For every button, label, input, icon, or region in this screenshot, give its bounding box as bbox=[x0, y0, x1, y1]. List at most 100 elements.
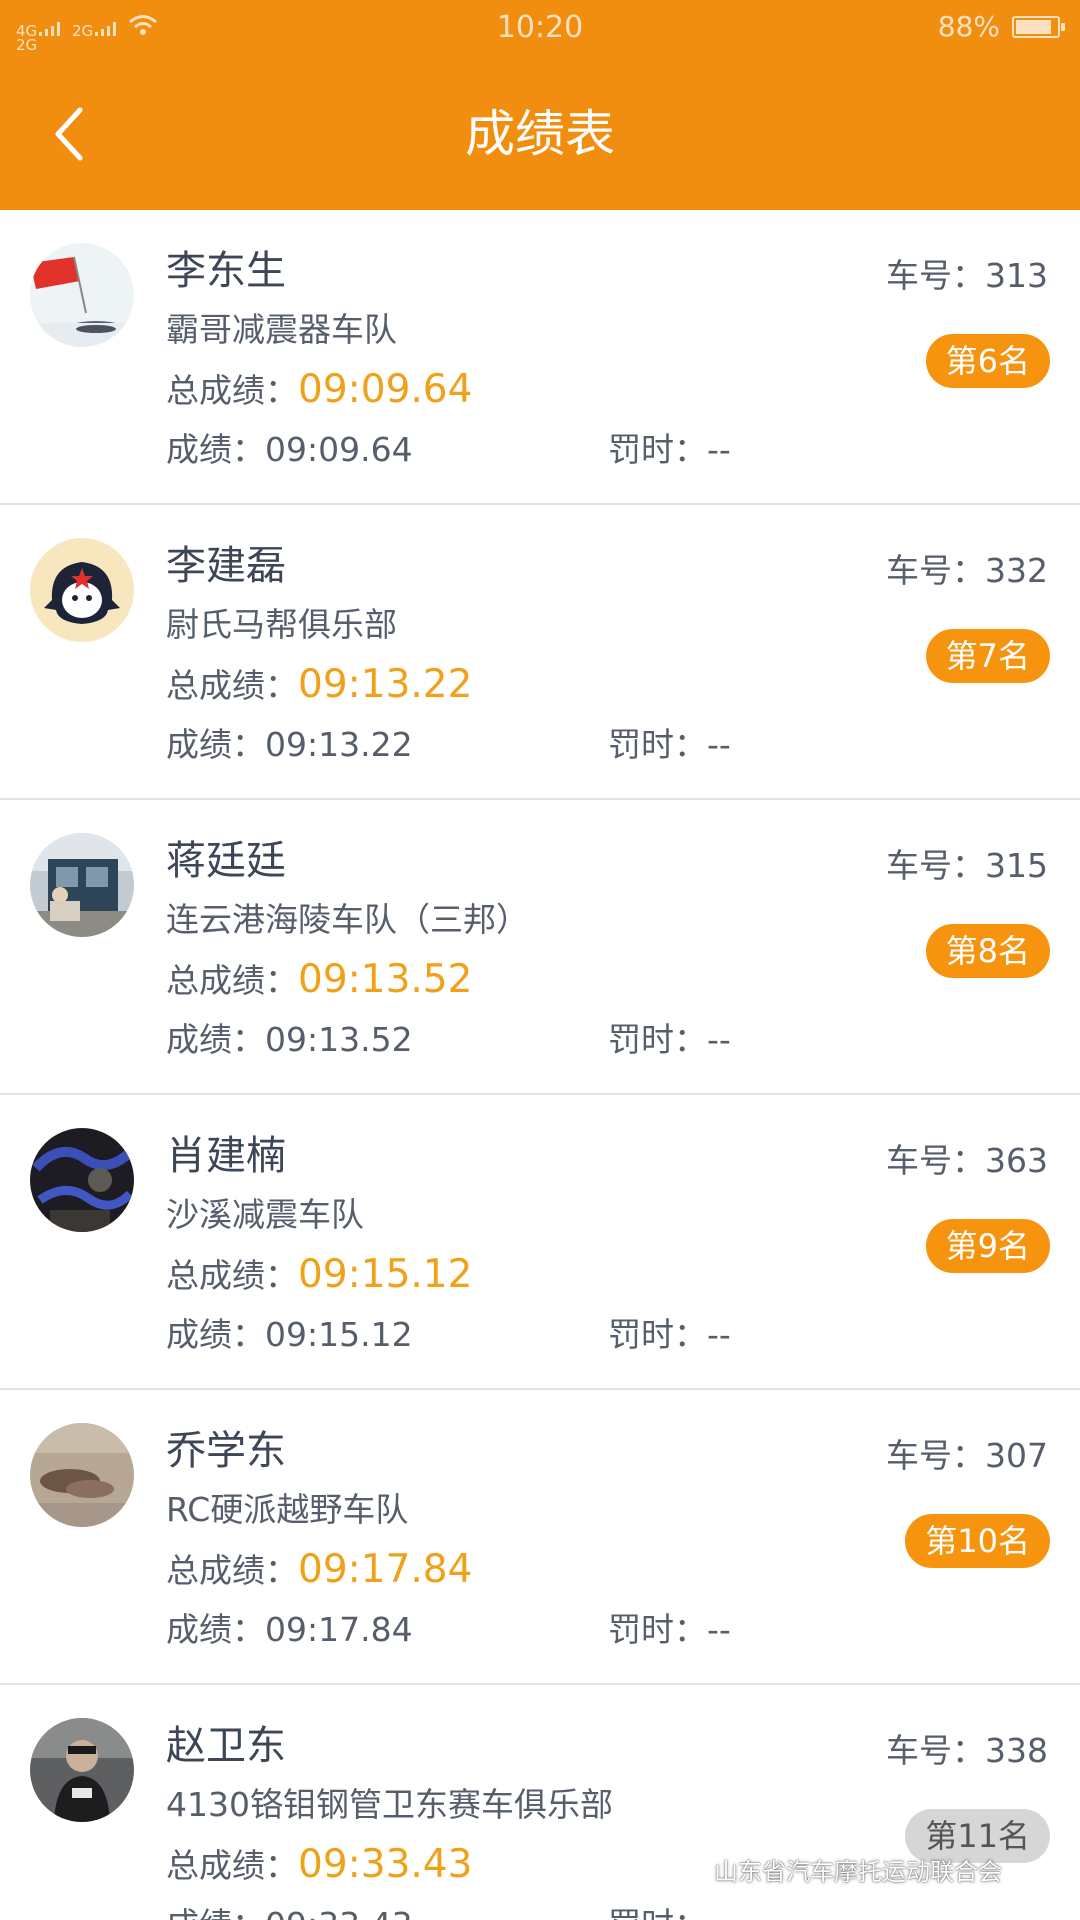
penalty-label: 罚时： bbox=[608, 725, 707, 764]
battery-icon bbox=[1012, 15, 1065, 38]
watermark-text: 山东省汽车摩托运动联合会 bbox=[714, 1857, 1002, 1886]
penalty-value: -- bbox=[707, 725, 731, 764]
score-row: 成绩：09:17.84 bbox=[166, 1608, 413, 1652]
score-label: 成绩： bbox=[166, 1020, 265, 1059]
score-row: 成绩：09:13.52 bbox=[166, 1018, 413, 1062]
results-list[interactable]: 李东生 霸哥减震器车队 总成绩：09:09.64 成绩：09:09.64 罚时：-- 车号… bbox=[0, 210, 1080, 1920]
score-row: 成绩：09:09.64 bbox=[166, 428, 413, 472]
car-number: 车号：338 bbox=[886, 1729, 1048, 1773]
penalty-row: 罚时：-- bbox=[608, 1903, 731, 1920]
result-card[interactable]: 李东生 霸哥减震器车队 总成绩：09:09.64 成绩：09:09.64 罚时：-- 车号… bbox=[0, 210, 1080, 505]
total-score-label: 总成绩： bbox=[166, 371, 298, 410]
car-number-label: 车号： bbox=[886, 1731, 985, 1770]
total-score-row: 总成绩：09:13.22 bbox=[166, 661, 472, 710]
score-value: 09:17.84 bbox=[265, 1610, 413, 1649]
total-score-value: 09:09.64 bbox=[298, 367, 473, 412]
rider-name: 李东生 bbox=[166, 248, 286, 294]
penalty-label: 罚时： bbox=[608, 1020, 707, 1059]
rank-badge: 第10名 bbox=[905, 1514, 1050, 1568]
rider-name: 蒋廷廷 bbox=[166, 838, 286, 884]
car-number-label: 车号： bbox=[886, 1436, 985, 1475]
score-label: 成绩： bbox=[166, 430, 265, 469]
total-score-row: 总成绩：09:15.12 bbox=[166, 1251, 472, 1300]
score-label: 成绩： bbox=[166, 1610, 265, 1649]
score-value: 09:15.12 bbox=[265, 1315, 413, 1354]
score-label: 成绩： bbox=[166, 1905, 265, 1920]
car-number: 车号：313 bbox=[886, 254, 1048, 298]
avatar bbox=[30, 1423, 134, 1527]
avatar bbox=[30, 1128, 134, 1232]
car-number: 车号：315 bbox=[886, 844, 1048, 888]
car-number-value: 363 bbox=[985, 1141, 1048, 1180]
team-name: 连云港海陵车队（三邦） bbox=[166, 900, 529, 939]
avatar bbox=[30, 243, 134, 347]
rider-name: 李建磊 bbox=[166, 543, 286, 589]
rider-name: 肖建楠 bbox=[166, 1133, 286, 1179]
score-value: 09:13.52 bbox=[265, 1020, 413, 1059]
team-name: 尉氏马帮俱乐部 bbox=[166, 605, 397, 644]
score-label: 成绩： bbox=[166, 725, 265, 764]
car-number-label: 车号： bbox=[886, 551, 985, 590]
total-score-value: 09:15.12 bbox=[298, 1252, 473, 1297]
total-score-value: 09:13.52 bbox=[298, 957, 473, 1002]
penalty-row: 罚时：-- bbox=[608, 723, 731, 767]
total-score-value: 09:13.22 bbox=[298, 662, 473, 707]
penalty-value: -- bbox=[707, 430, 731, 469]
score-row: 成绩：09:15.12 bbox=[166, 1313, 413, 1357]
penalty-row: 罚时：-- bbox=[608, 428, 731, 472]
penalty-value: -- bbox=[707, 1610, 731, 1649]
total-score-row: 总成绩：09:17.84 bbox=[166, 1546, 472, 1595]
total-score-label: 总成绩： bbox=[166, 1551, 298, 1590]
total-score-row: 总成绩：09:33.43 bbox=[166, 1841, 472, 1890]
battery-status: 88% bbox=[937, 10, 1065, 43]
car-number-label: 车号： bbox=[886, 846, 985, 885]
total-score-label: 总成绩： bbox=[166, 666, 298, 705]
total-score-label: 总成绩： bbox=[166, 1846, 298, 1885]
rank-badge: 第9名 bbox=[925, 1219, 1050, 1273]
result-card[interactable]: 乔学东 RC硬派越野车队 总成绩：09:17.84 成绩：09:17.84 罚时：-- 车… bbox=[0, 1390, 1080, 1685]
total-score-value: 09:33.43 bbox=[298, 1842, 473, 1887]
penalty-value: -- bbox=[707, 1020, 731, 1059]
result-card[interactable]: 李建磊 尉氏马帮俱乐部 总成绩：09:13.22 成绩：09:13.22 罚时：-- 车号… bbox=[0, 505, 1080, 800]
score-row: 成绩：09:13.22 bbox=[166, 723, 413, 767]
avatar bbox=[30, 1718, 134, 1822]
penalty-label: 罚时： bbox=[608, 1315, 707, 1354]
team-name: 霸哥减震器车队 bbox=[166, 310, 397, 349]
car-number-label: 车号： bbox=[886, 256, 985, 295]
page-title: 成绩表 bbox=[465, 105, 615, 163]
rank-badge: 第8名 bbox=[925, 924, 1050, 978]
car-number-value: 338 bbox=[985, 1731, 1048, 1770]
penalty-label: 罚时： bbox=[608, 1905, 707, 1920]
score-value: 09:13.22 bbox=[265, 725, 413, 764]
penalty-row: 罚时：-- bbox=[608, 1018, 731, 1062]
avatar bbox=[30, 538, 134, 642]
car-number: 车号：363 bbox=[886, 1139, 1048, 1183]
total-score-row: 总成绩：09:13.52 bbox=[166, 956, 472, 1005]
penalty-label: 罚时： bbox=[608, 1610, 707, 1649]
penalty-label: 罚时： bbox=[608, 430, 707, 469]
result-card[interactable]: 蒋廷廷 连云港海陵车队（三邦） 总成绩：09:13.52 成绩：09:13.52 罚时：… bbox=[0, 800, 1080, 1095]
wechat-icon bbox=[668, 1852, 706, 1891]
app-screen: 4G 2G 2G 10:20 88% 成绩表 李东生 霸哥减震器车队 总成绩：09:… bbox=[0, 0, 1080, 1920]
rank-badge: 第6名 bbox=[925, 334, 1050, 388]
score-value: 09:09.64 bbox=[265, 430, 413, 469]
avatar bbox=[30, 833, 134, 937]
car-number-value: 307 bbox=[985, 1436, 1048, 1475]
team-name: 4130铬钼钢管卫东赛车俱乐部 bbox=[166, 1785, 613, 1824]
total-score-label: 总成绩： bbox=[166, 1256, 298, 1295]
team-name: RC硬派越野车队 bbox=[166, 1490, 409, 1529]
total-score-label: 总成绩： bbox=[166, 961, 298, 1000]
car-number-value: 332 bbox=[985, 551, 1048, 590]
battery-percent: 88% bbox=[937, 10, 1000, 43]
team-name: 沙溪减震车队 bbox=[166, 1195, 364, 1234]
score-row: 成绩：09:33.43 bbox=[166, 1903, 413, 1920]
total-score-value: 09:17.84 bbox=[298, 1547, 473, 1592]
total-score-row: 总成绩：09:09.64 bbox=[166, 366, 472, 415]
penalty-value: -- bbox=[707, 1905, 731, 1920]
watermark: 山东省汽车摩托运动联合会 bbox=[668, 1852, 1002, 1891]
penalty-value: -- bbox=[707, 1315, 731, 1354]
nav-bar: 成绩表 bbox=[0, 56, 1080, 210]
car-number: 车号：307 bbox=[886, 1434, 1048, 1478]
result-card[interactable]: 肖建楠 沙溪减震车队 总成绩：09:15.12 成绩：09:15.12 罚时：-- 车号：… bbox=[0, 1095, 1080, 1390]
car-number: 车号：332 bbox=[886, 549, 1048, 593]
